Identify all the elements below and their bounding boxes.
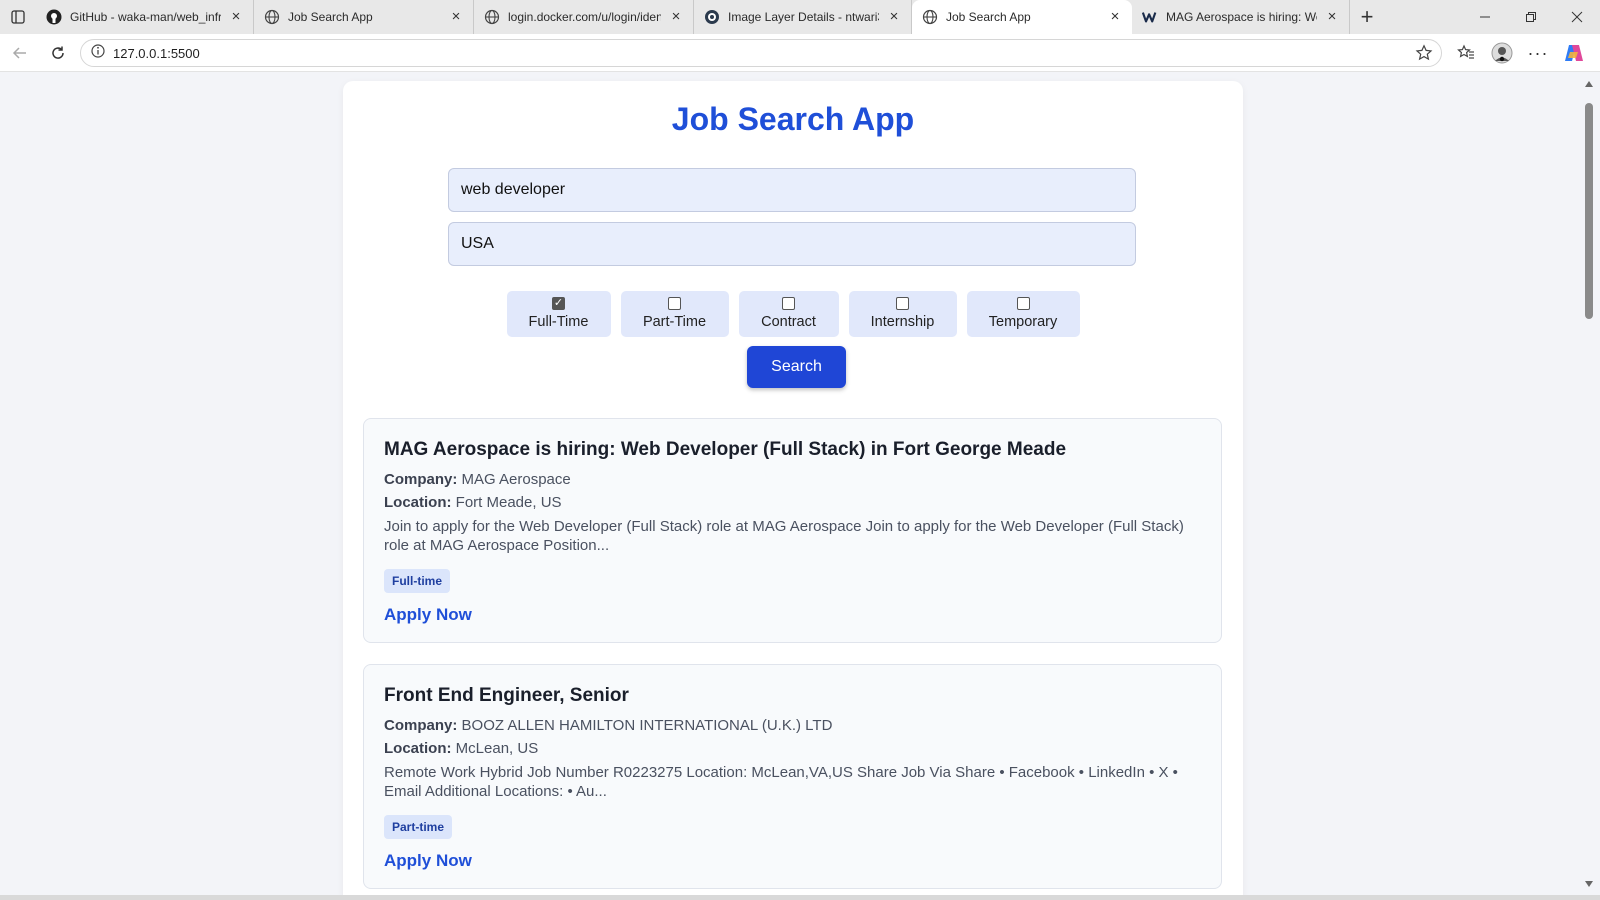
- company-label: Company:: [384, 471, 458, 488]
- job-type-filters: ✓ Full-Time Part-Time Contract Internshi…: [343, 291, 1243, 337]
- minimize-icon[interactable]: [1462, 0, 1508, 34]
- globe-icon: [264, 9, 280, 25]
- job-description: Remote Work Hybrid Job Number R0223275 L…: [384, 764, 1178, 800]
- filter-label: Temporary: [988, 314, 1058, 330]
- github-icon: [46, 9, 62, 25]
- job-title: Front End Engineer, Senior: [384, 685, 629, 706]
- filter-part-time[interactable]: Part-Time: [620, 291, 729, 337]
- tab-job-search-1[interactable]: Job Search App ×: [254, 0, 474, 34]
- info-icon[interactable]: [91, 43, 105, 63]
- tab-title: Job Search App: [946, 10, 1031, 24]
- filter-label: Internship: [870, 314, 935, 330]
- favorites-icon[interactable]: [1448, 37, 1484, 69]
- job-type-badge: Part-time: [384, 815, 453, 839]
- tab-title: Job Search App: [288, 10, 373, 24]
- window-bottom-edge: [0, 895, 1600, 900]
- close-icon[interactable]: ×: [449, 9, 463, 24]
- tab-actions-icon[interactable]: [0, 0, 36, 34]
- checkbox-icon[interactable]: [896, 297, 909, 310]
- tab-job-search-active[interactable]: Job Search App ×: [912, 0, 1132, 34]
- filter-label: Full-Time: [528, 314, 589, 330]
- location-value: McLean, US: [455, 740, 539, 757]
- job-card: MAG Aerospace is hiring: Web Developer (…: [363, 418, 1222, 643]
- globe-icon: [484, 9, 500, 25]
- close-icon[interactable]: ×: [887, 9, 901, 24]
- favorite-star-icon[interactable]: [1415, 44, 1433, 62]
- filter-label: Contract: [761, 314, 816, 330]
- job-company: Company: MAG Aerospace: [384, 471, 1201, 488]
- tab-title: login.docker.com/u/login/iden: [508, 10, 661, 24]
- reload-icon[interactable]: [40, 37, 76, 69]
- workable-icon: [1142, 9, 1158, 25]
- filter-contract[interactable]: Contract: [738, 291, 839, 337]
- company-value: BOOZ ALLEN HAMILTON INTERNATIONAL (U.K.)…: [461, 717, 833, 734]
- globe-icon: [922, 9, 938, 25]
- filter-temporary[interactable]: Temporary: [966, 291, 1080, 337]
- tab-title: Image Layer Details - ntwari30: [728, 10, 879, 24]
- close-icon[interactable]: ×: [669, 9, 683, 24]
- search-button[interactable]: Search: [747, 346, 846, 388]
- job-card: Front End Engineer, Senior Company: BOOZ…: [363, 664, 1222, 889]
- job-title: MAG Aerospace is hiring: Web Developer (…: [384, 439, 1067, 460]
- tab-docker-login[interactable]: login.docker.com/u/login/iden ×: [474, 0, 694, 34]
- apply-now-link[interactable]: Apply Now: [384, 851, 1201, 871]
- filter-label: Part-Time: [642, 314, 707, 330]
- checkbox-icon[interactable]: [668, 297, 681, 310]
- tab-mag-aerospace[interactable]: MAG Aerospace is hiring: Web ×: [1132, 0, 1350, 34]
- company-value: MAG Aerospace: [461, 471, 571, 488]
- page-title: Job Search App: [671, 101, 915, 137]
- job-description: Join to apply for the Web Developer (Ful…: [384, 518, 1184, 554]
- filter-internship[interactable]: Internship: [848, 291, 957, 337]
- tab-strip: GitHub - waka-man/web_infra × Job Search…: [0, 0, 1600, 34]
- url-text: 127.0.0.1:5500: [113, 45, 200, 61]
- checkbox-checked-icon[interactable]: ✓: [552, 297, 565, 310]
- scroll-down-icon[interactable]: [1585, 881, 1593, 887]
- job-location: Location: Fort Meade, US: [384, 494, 1201, 511]
- page-viewport: Job Search App ✓ Full-Time Part-Time Con…: [4, 73, 1582, 895]
- new-tab-icon[interactable]: +: [1350, 0, 1384, 34]
- browser-toolbar: 127.0.0.1:5500 ···: [0, 34, 1600, 72]
- address-bar[interactable]: 127.0.0.1:5500: [80, 39, 1442, 67]
- more-options-icon[interactable]: ···: [1520, 37, 1556, 69]
- scroll-up-icon[interactable]: [1585, 81, 1593, 87]
- apply-now-link[interactable]: Apply Now: [384, 605, 1201, 625]
- page-scrollbar[interactable]: [1582, 73, 1596, 895]
- tab-image-layer[interactable]: Image Layer Details - ntwari30 ×: [694, 0, 912, 34]
- restore-icon[interactable]: [1508, 0, 1554, 34]
- job-query-input[interactable]: [448, 168, 1136, 212]
- tab-title: GitHub - waka-man/web_infra: [70, 10, 221, 24]
- company-label: Company:: [384, 717, 458, 734]
- filter-full-time[interactable]: ✓ Full-Time: [506, 291, 611, 337]
- tab-title: MAG Aerospace is hiring: Web: [1166, 10, 1317, 24]
- job-location: Location: McLean, US: [384, 740, 1201, 757]
- job-type-badge: Full-time: [384, 569, 450, 593]
- checkbox-icon[interactable]: [1016, 297, 1030, 310]
- profile-avatar-icon[interactable]: [1484, 37, 1520, 69]
- checkbox-icon[interactable]: [782, 297, 795, 310]
- job-company: Company: BOOZ ALLEN HAMILTON INTERNATION…: [384, 717, 1201, 734]
- close-icon[interactable]: ×: [1325, 9, 1339, 24]
- scrollbar-thumb[interactable]: [1585, 103, 1593, 319]
- tab-github[interactable]: GitHub - waka-man/web_infra ×: [36, 0, 254, 34]
- location-input[interactable]: [448, 222, 1136, 266]
- close-icon[interactable]: ×: [229, 9, 243, 24]
- location-label: Location:: [384, 740, 452, 757]
- docker-icon: [704, 9, 720, 25]
- back-icon[interactable]: [2, 37, 38, 69]
- close-icon[interactable]: ×: [1108, 9, 1122, 24]
- location-value: Fort Meade, US: [455, 494, 562, 511]
- location-label: Location:: [384, 494, 452, 511]
- copilot-icon[interactable]: [1556, 37, 1592, 69]
- window-close-icon[interactable]: [1554, 0, 1600, 34]
- app-container: Job Search App ✓ Full-Time Part-Time Con…: [343, 81, 1243, 895]
